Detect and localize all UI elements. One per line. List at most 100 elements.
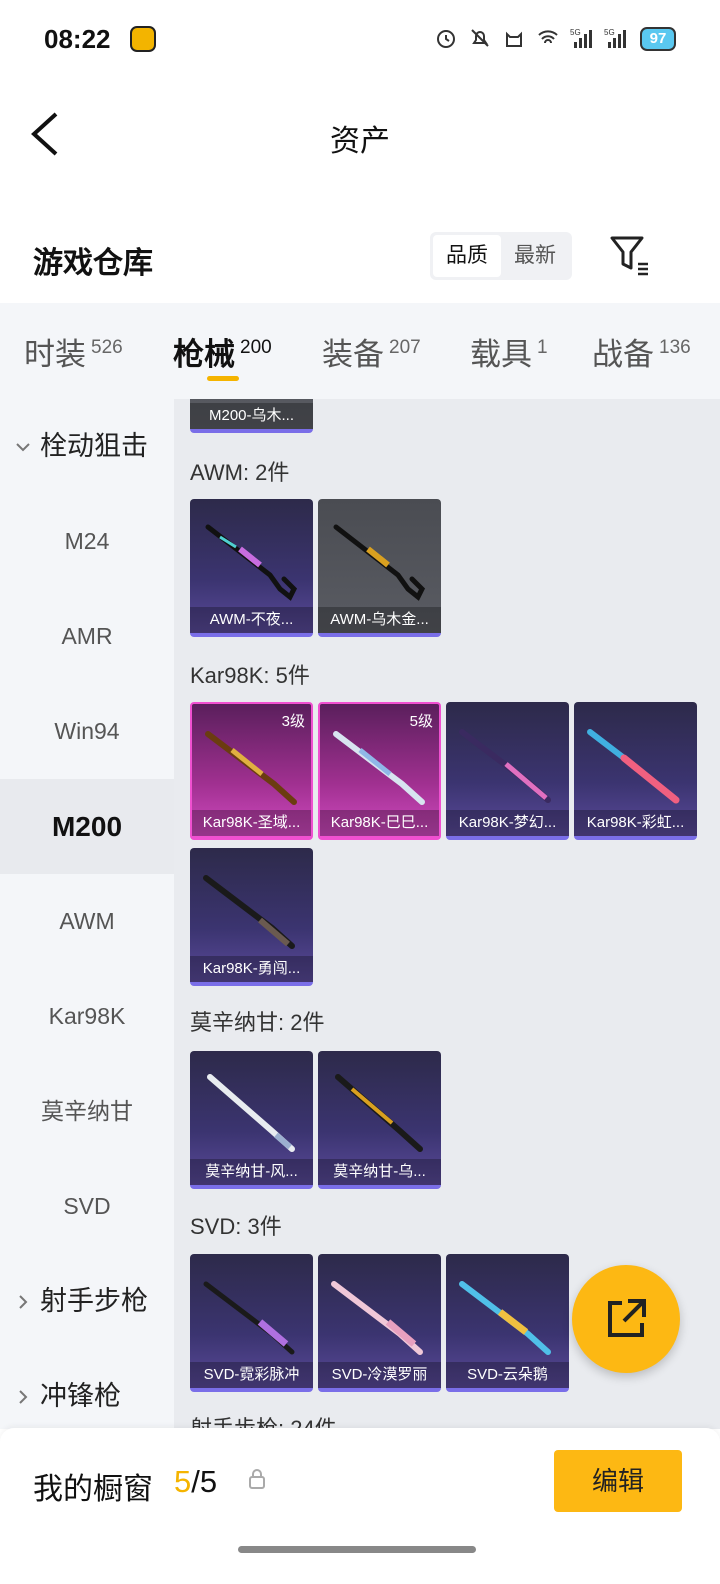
section-title: Kar98K: 5件: [190, 663, 310, 688]
rifle-icon: [331, 1281, 423, 1355]
sort-quality-button[interactable]: 品质: [433, 235, 501, 277]
item-label: Kar98K-梦幻...: [446, 810, 569, 836]
section-title: 射手步枪: 24件: [190, 1416, 337, 1429]
showcase-label: 我的橱窗: [33, 1473, 153, 1506]
rifle-icon: [459, 1281, 551, 1355]
tab-count: 136: [659, 337, 691, 358]
sidebar-group-label: 射手步枪: [40, 1286, 148, 1316]
tab-vehicles[interactable]: 载具 1: [470, 329, 548, 374]
item-card[interactable]: 5级 Kar98K-巳巳...: [318, 702, 441, 840]
item-label: 莫辛纳甘-风...: [190, 1159, 313, 1185]
sidebar-item-mosin[interactable]: 莫辛纳甘: [0, 1064, 174, 1159]
status-bar: 08:22 5G 5G 97: [0, 0, 720, 80]
rifle-icon: [333, 731, 425, 805]
tab-label: 载具: [470, 337, 532, 372]
item-card[interactable]: M200-乌木...: [190, 399, 313, 433]
rifle-icon: [205, 524, 298, 601]
item-label: Kar98K-巳巳...: [320, 810, 439, 836]
wifi-icon: [538, 30, 558, 44]
tab-count: 207: [389, 337, 421, 358]
edit-button[interactable]: 编辑: [554, 1450, 682, 1512]
sort-newest-button[interactable]: 最新: [501, 235, 569, 277]
item-card[interactable]: 3级 Kar98K-圣域...: [190, 702, 313, 840]
battery-icon: 97: [640, 27, 676, 51]
sidebar-item-amr[interactable]: AMR: [0, 589, 174, 684]
share-icon: [608, 1299, 646, 1337]
bottom-bar: 我的橱窗 5/5 编辑: [0, 1428, 720, 1584]
tab-count: 1: [537, 337, 548, 358]
item-label: 莫辛纳甘-乌...: [318, 1159, 441, 1185]
item-card[interactable]: SVD-霓彩脉冲: [190, 1254, 313, 1392]
item-label: M200-乌木...: [190, 403, 313, 429]
item-card[interactable]: Kar98K-彩虹...: [574, 702, 697, 840]
rifle-icon: [587, 729, 680, 804]
tab-label: 时装: [24, 337, 86, 372]
sidebar-group-marksman[interactable]: 射手步枪: [0, 1254, 174, 1349]
svg-text:5G: 5G: [604, 28, 615, 37]
item-card[interactable]: 莫辛纳甘-乌...: [318, 1051, 441, 1189]
page-title: 资产: [330, 125, 390, 158]
filter-icon[interactable]: [608, 234, 652, 278]
sidebar-item-m200[interactable]: M200: [0, 779, 174, 874]
alarm-icon: [437, 30, 455, 48]
tab-label: 枪械: [173, 337, 235, 372]
item-card[interactable]: Kar98K-勇闯...: [190, 848, 313, 986]
tab-label: 战备: [592, 337, 654, 372]
item-label: AWM-乌木金...: [318, 607, 441, 633]
item-card[interactable]: AWM-乌木金...: [318, 499, 441, 637]
item-card[interactable]: Kar98K-梦幻...: [446, 702, 569, 840]
sidebar-item-awm[interactable]: AWM: [0, 874, 174, 969]
item-level: 3级: [281, 713, 305, 730]
rifle-icon: [207, 1074, 295, 1152]
tab-supplies[interactable]: 战备 136: [592, 329, 691, 374]
app-icon: [130, 26, 156, 52]
item-label: Kar98K-彩虹...: [574, 810, 697, 836]
home-indicator[interactable]: [238, 1546, 476, 1553]
item-label: SVD-冷漠罗丽: [318, 1362, 441, 1388]
rifle-icon: [203, 875, 295, 949]
item-card[interactable]: SVD-冷漠罗丽: [318, 1254, 441, 1392]
sidebar-item-svd[interactable]: SVD: [0, 1159, 174, 1254]
item-label: AWM-不夜...: [190, 607, 313, 633]
item-card[interactable]: 莫辛纳甘-风...: [190, 1051, 313, 1189]
tab-label: 装备: [322, 337, 384, 372]
sort-toggle: 品质 最新: [430, 232, 572, 280]
mute-icon: [471, 29, 489, 47]
chevron-right-icon: [19, 1390, 28, 1404]
status-icons: 5G 5G: [434, 26, 628, 50]
rifle-icon: [335, 1074, 423, 1152]
sidebar-group-smg[interactable]: 冲锋枪: [0, 1349, 174, 1429]
sidebar-group-bolt-action[interactable]: 栓动狙击: [0, 399, 174, 494]
item-label: SVD-云朵鹅: [446, 1362, 569, 1388]
showcase-count: 5/5: [174, 1464, 217, 1500]
tab-equipment[interactable]: 装备 207: [322, 329, 421, 374]
rifle-icon: [333, 524, 426, 601]
sidebar: 栓动狙击 M24 AMR Win94 M200 AWM Kar98K 莫辛纳甘 …: [0, 399, 174, 1429]
item-card[interactable]: SVD-云朵鹅: [446, 1254, 569, 1392]
showcase-current: 5: [174, 1464, 192, 1499]
item-label: SVD-霓彩脉冲: [190, 1362, 313, 1388]
header: 资产: [0, 80, 720, 190]
item-card[interactable]: AWM-不夜...: [190, 499, 313, 637]
item-label: Kar98K-勇闯...: [190, 956, 313, 982]
rifle-icon: [205, 731, 297, 805]
rifle-icon: [203, 1281, 295, 1355]
section-title: 莫辛纳甘: 2件: [190, 1010, 325, 1035]
status-time: 08:22: [44, 24, 111, 54]
section-title: AWM: 2件: [190, 460, 290, 485]
tab-count: 200: [240, 337, 272, 358]
share-button[interactable]: [572, 1265, 680, 1373]
tab-outfits[interactable]: 时装 526: [24, 329, 123, 374]
signal-5g-icon: 5G: [604, 28, 626, 48]
sidebar-item-m24[interactable]: M24: [0, 494, 174, 589]
tab-weapons[interactable]: 枪械 200: [173, 329, 272, 374]
rifle-icon: [459, 729, 551, 803]
lock-icon: [249, 1469, 265, 1489]
item-label: Kar98K-圣域...: [192, 810, 311, 836]
chevron-right-icon: [19, 1295, 28, 1309]
svg-text:5G: 5G: [570, 28, 581, 37]
sidebar-item-win94[interactable]: Win94: [0, 684, 174, 779]
sidebar-group-label: 冲锋枪: [40, 1381, 121, 1411]
sidebar-item-kar98k[interactable]: Kar98K: [0, 969, 174, 1064]
section-title: SVD: 3件: [190, 1214, 282, 1239]
